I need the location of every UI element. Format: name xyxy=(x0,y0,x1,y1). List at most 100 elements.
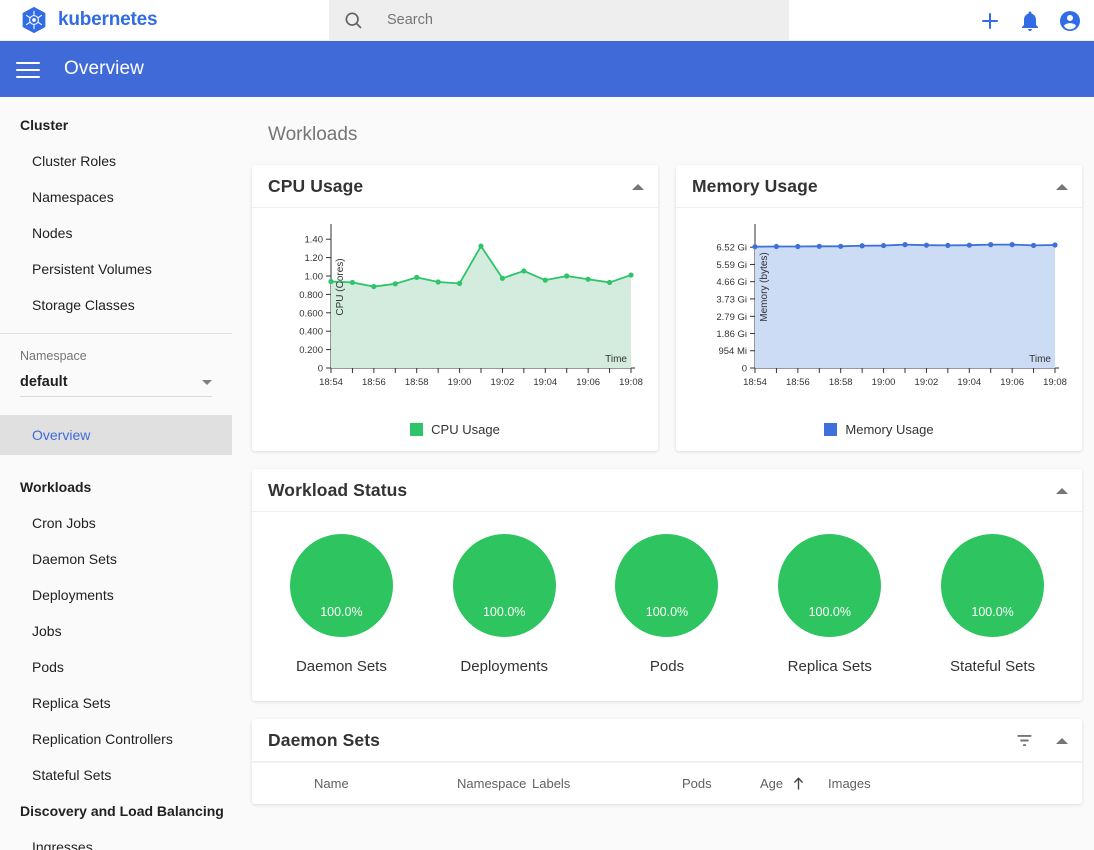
topbar-actions xyxy=(978,0,1082,41)
workload-status-card: Workload Status 100.0% Daemon Sets 100.0… xyxy=(252,469,1082,701)
workloads-heading: Workloads xyxy=(268,124,358,145)
svg-text:19:02: 19:02 xyxy=(915,377,939,388)
svg-text:19:00: 19:00 xyxy=(872,377,896,388)
column-header-namespace[interactable]: Namespace xyxy=(449,776,526,791)
column-header-labels[interactable]: Labels xyxy=(524,776,674,791)
daemon-sets-card: Daemon Sets Name Namespace Labels Pods A… xyxy=(252,719,1082,804)
account-button[interactable] xyxy=(1058,9,1082,33)
brand-text: kubernetes xyxy=(58,9,158,30)
sidebar-item-persistent-volumes[interactable]: Persistent Volumes xyxy=(0,251,232,287)
arrow-up-icon xyxy=(794,777,803,790)
search-bar[interactable] xyxy=(329,0,789,40)
hamburger-line xyxy=(16,76,40,78)
create-button[interactable] xyxy=(978,9,1002,33)
memory-card-title: Memory Usage xyxy=(692,175,818,196)
svg-text:1.00: 1.00 xyxy=(305,272,324,283)
sidebar-item-replication-controllers[interactable]: Replication Controllers xyxy=(0,721,232,757)
svg-text:18:56: 18:56 xyxy=(786,377,810,388)
column-header-images[interactable]: Images xyxy=(820,776,940,791)
sidebar-item-pods[interactable]: Pods xyxy=(0,649,232,685)
sidebar-item-namespaces[interactable]: Namespaces xyxy=(0,179,232,215)
sidebar-item-deployments[interactable]: Deployments xyxy=(0,577,232,613)
account-circle-icon xyxy=(1060,10,1080,31)
workload-status-item-replica-sets: 100.0% Replica Sets xyxy=(748,534,911,675)
sidebar-item-cron-jobs[interactable]: Cron Jobs xyxy=(0,505,232,541)
triangle-up-icon[interactable] xyxy=(1056,183,1068,190)
svg-text:1.86 Gi: 1.86 Gi xyxy=(716,329,747,340)
cpu-card-actions xyxy=(632,165,644,208)
status-donut[interactable]: 100.0% xyxy=(778,534,882,637)
sidebar-item-jobs[interactable]: Jobs xyxy=(0,613,232,649)
svg-text:2.79 Gi: 2.79 Gi xyxy=(716,312,747,323)
workload-status-actions xyxy=(1056,469,1068,512)
status-donut[interactable]: 100.0% xyxy=(615,534,719,637)
svg-text:954 Mi: 954 Mi xyxy=(718,346,747,357)
svg-text:1.40: 1.40 xyxy=(305,235,324,246)
svg-text:19:00: 19:00 xyxy=(448,377,472,388)
status-donut[interactable]: 100.0% xyxy=(941,534,1045,637)
hamburger-menu-icon[interactable] xyxy=(16,57,40,81)
triangle-up-icon[interactable] xyxy=(632,183,644,190)
filter-list-icon[interactable] xyxy=(1015,731,1034,750)
status-percent: 100.0% xyxy=(645,605,689,619)
column-header-age[interactable]: Age xyxy=(752,776,820,791)
sidebar: Cluster Cluster Roles Namespaces Nodes P… xyxy=(0,97,232,850)
svg-text:CPU (Cores): CPU (Cores) xyxy=(335,258,346,315)
hamburger-line xyxy=(16,62,40,64)
triangle-up-icon[interactable] xyxy=(1056,737,1068,744)
svg-text:0.200: 0.200 xyxy=(299,345,323,356)
cpu-usage-chart: 0 0.200 0.400 0.600 0.800 1.00 1.20 1.40 18:54 18… xyxy=(299,224,643,388)
status-label: Deployments xyxy=(460,658,548,675)
workload-status-body: 100.0% Daemon Sets 100.0% Deployments 10… xyxy=(252,512,1082,701)
triangle-up-icon[interactable] xyxy=(1056,487,1068,494)
svg-text:19:06: 19:06 xyxy=(1000,377,1024,388)
status-label: Replica Sets xyxy=(787,658,872,675)
sidebar-item-replica-sets[interactable]: Replica Sets xyxy=(0,685,232,721)
sidebar-item-storage-classes[interactable]: Storage Classes xyxy=(0,287,232,323)
svg-text:6.52 Gi: 6.52 Gi xyxy=(716,243,747,254)
column-header-pods[interactable]: Pods xyxy=(674,776,752,791)
svg-text:Memory (bytes): Memory (bytes) xyxy=(759,252,770,321)
sidebar-item-daemon-sets[interactable]: Daemon Sets xyxy=(0,541,232,577)
sidebar-item-overview[interactable]: Overview xyxy=(0,415,232,455)
namespace-label: Namespace xyxy=(20,349,87,363)
sidebar-section-workloads: Workloads xyxy=(20,479,92,495)
svg-text:18:54: 18:54 xyxy=(743,377,767,388)
svg-text:18:56: 18:56 xyxy=(362,377,386,388)
svg-text:19:08: 19:08 xyxy=(1043,377,1067,388)
search-input[interactable] xyxy=(385,11,775,29)
layout: Cluster Cluster Roles Namespaces Nodes P… xyxy=(0,97,1094,850)
memory-chart-body: 0 954 Mi 1.86 Gi 2.79 Gi 3.73 Gi 4.66 Gi 5.59 … xyxy=(676,208,1082,418)
svg-text:19:04: 19:04 xyxy=(533,377,557,388)
column-header-name[interactable]: Name xyxy=(252,776,449,791)
svg-text:5.59 Gi: 5.59 Gi xyxy=(716,260,747,271)
svg-text:0.800: 0.800 xyxy=(299,290,323,301)
sidebar-item-ingresses[interactable]: Ingresses xyxy=(0,829,232,850)
hamburger-line xyxy=(16,69,40,71)
plus-icon xyxy=(982,12,998,29)
status-percent: 100.0% xyxy=(808,605,851,619)
status-donut[interactable]: 100.0% xyxy=(289,534,393,637)
svg-text:0: 0 xyxy=(742,364,747,375)
sidebar-item-cluster-roles[interactable]: Cluster Roles xyxy=(0,143,232,179)
status-percent: 100.0% xyxy=(482,605,526,619)
sidebar-item-nodes[interactable]: Nodes xyxy=(0,215,232,251)
cpu-usage-card: CPU Usage 0 0.200 0.400 0.600 0.800 1.00 1.20 1… xyxy=(252,165,658,451)
brand[interactable]: kubernetes xyxy=(0,6,310,34)
memory-usage-chart: 0 954 Mi 1.86 Gi 2.79 Gi 3.73 Gi 4.66 Gi 5.59 … xyxy=(716,224,1067,388)
top-bar: kubernetes xyxy=(0,0,1094,41)
header-bar: Overview xyxy=(0,41,1094,97)
svg-text:19:02: 19:02 xyxy=(491,377,515,388)
namespace-selector-block: Namespace default xyxy=(0,334,232,397)
daemon-sets-table-header: Name Namespace Labels Pods Age Images xyxy=(252,762,1082,804)
cpu-card-header: CPU Usage xyxy=(252,165,658,208)
status-donut[interactable]: 100.0% xyxy=(452,534,556,637)
cpu-chart-body: 0 0.200 0.400 0.600 0.800 1.00 1.20 1.40 18:54 18… xyxy=(252,208,658,418)
notifications-button[interactable] xyxy=(1018,9,1042,33)
svg-text:18:58: 18:58 xyxy=(405,377,429,388)
search-icon xyxy=(345,12,362,29)
status-label: Daemon Sets xyxy=(295,658,387,675)
namespace-select[interactable]: default xyxy=(20,374,212,397)
daemon-sets-actions xyxy=(1015,719,1068,762)
sidebar-item-stateful-sets[interactable]: Stateful Sets xyxy=(0,757,232,793)
